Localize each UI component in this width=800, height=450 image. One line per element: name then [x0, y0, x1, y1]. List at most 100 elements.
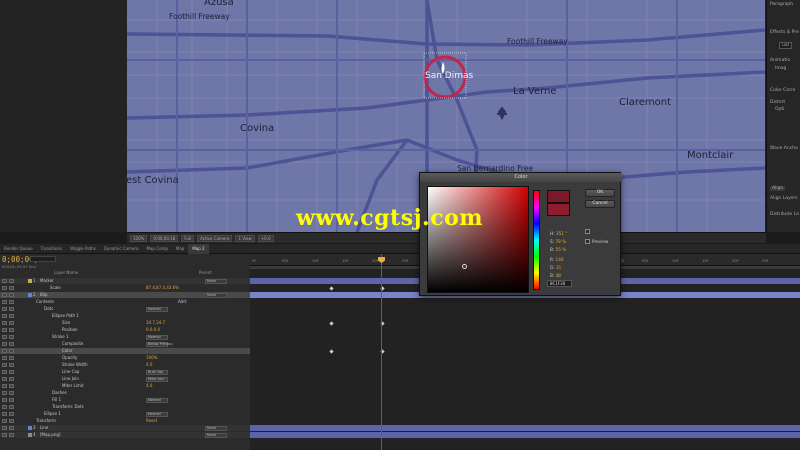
tab-transitions[interactable]: Transitions — [37, 246, 66, 251]
parent-dropdown[interactable]: None — [205, 278, 227, 284]
visibility-toggle[interactable] — [2, 335, 7, 339]
resolution-dropdown[interactable]: Full — [181, 234, 195, 242]
panel-paragraph[interactable]: Paragraph — [770, 2, 793, 7]
mode-dropdown[interactable]: Butt Cap — [146, 369, 168, 375]
solo-toggle[interactable] — [9, 307, 14, 311]
solo-toggle[interactable] — [9, 384, 14, 388]
solo-toggle[interactable] — [9, 335, 14, 339]
solo-toggle[interactable] — [9, 412, 14, 416]
property-value[interactable]: 4.0 — [146, 362, 152, 368]
right-panels[interactable]: Paragraph Effects & Pre ual Animatio Ima… — [766, 0, 800, 232]
tab-map[interactable]: Map — [172, 246, 188, 251]
solo-toggle[interactable] — [9, 363, 14, 367]
add-menu[interactable]: Add: — [178, 299, 187, 305]
visibility-toggle[interactable] — [2, 405, 7, 409]
tab-render-queue[interactable]: Render Queue — [0, 246, 37, 251]
visibility-toggle[interactable] — [2, 419, 7, 423]
visibility-toggle[interactable] — [2, 328, 7, 332]
visibility-toggle[interactable] — [2, 370, 7, 374]
visibility-toggle[interactable] — [2, 349, 7, 353]
visibility-toggle[interactable] — [2, 433, 7, 437]
property-row[interactable]: Position 0.0,0.0 — [0, 327, 250, 333]
tab-map-comp[interactable]: Map Comp — [142, 246, 171, 251]
solo-toggle[interactable] — [9, 426, 14, 430]
brightness-value[interactable]: 55 % — [556, 247, 567, 252]
keyframe[interactable] — [329, 348, 334, 354]
visibility-toggle[interactable] — [2, 307, 7, 311]
property-row[interactable]: Transform: Dots — [0, 404, 250, 410]
property-row[interactable]: Miter Limit 4.0 — [0, 383, 250, 389]
property-row[interactable]: Stroke Width 4.0 — [0, 362, 250, 368]
layer-row[interactable]: 1 Marker None — [0, 278, 250, 284]
solo-toggle[interactable] — [9, 377, 14, 381]
mode-dropdown[interactable]: Normal — [146, 397, 168, 403]
property-row[interactable]: Size 34.7,34.7 — [0, 320, 250, 326]
keyframe[interactable] — [329, 320, 334, 326]
parent-dropdown[interactable]: None — [205, 292, 227, 298]
solo-toggle[interactable] — [9, 328, 14, 332]
property-row[interactable]: Line Join Miter Join — [0, 376, 250, 382]
effects-item[interactable]: Distort — [770, 100, 785, 105]
property-row[interactable]: Transform Reset — [0, 418, 250, 424]
zoom-dropdown[interactable]: 100% — [130, 234, 148, 242]
layer-search-input[interactable] — [30, 256, 56, 262]
property-row[interactable]: Line Cap Butt Cap — [0, 369, 250, 375]
visibility-toggle[interactable] — [2, 300, 7, 304]
viewer-timecode[interactable]: 0;00;00;18 — [150, 234, 179, 242]
property-row[interactable]: Contents Add: — [0, 299, 250, 305]
property-row[interactable]: Scale 87.4,87.4,43.6% — [0, 285, 250, 291]
cancel-button[interactable]: Cancel — [585, 200, 615, 208]
property-row[interactable]: Dots Normal — [0, 306, 250, 312]
parent-dropdown[interactable]: None — [205, 425, 227, 431]
solo-toggle[interactable] — [9, 391, 14, 395]
hue-slider[interactable] — [533, 190, 540, 290]
visibility-toggle[interactable] — [2, 377, 7, 381]
hue-value[interactable]: 351 ° — [556, 231, 567, 236]
color-cursor[interactable] — [462, 264, 467, 269]
effects-item[interactable]: Opti — [775, 107, 784, 112]
solo-toggle[interactable] — [9, 398, 14, 402]
green-value[interactable]: 31 — [556, 265, 561, 270]
layer-duration-bar[interactable] — [250, 432, 800, 438]
visibility-toggle[interactable] — [2, 398, 7, 402]
visibility-toggle[interactable] — [2, 342, 7, 346]
column-parent[interactable]: Parent — [199, 270, 212, 275]
property-value[interactable]: 100% — [146, 355, 157, 361]
visibility-toggle[interactable] — [2, 412, 7, 416]
solo-toggle[interactable] — [9, 293, 14, 297]
label-color[interactable] — [28, 293, 32, 297]
property-row[interactable]: Opacity 100% — [0, 355, 250, 361]
blue-value[interactable]: 48 — [556, 273, 561, 278]
mode-dropdown[interactable]: Normal — [146, 334, 168, 340]
property-value[interactable]: 87.4,87.4,43.6% — [146, 285, 179, 291]
dialog-title[interactable]: Color — [420, 173, 622, 182]
property-row[interactable]: Dashes — [0, 390, 250, 396]
layer-row[interactable]: 4 [Map.png] None — [0, 432, 250, 438]
saturation-value[interactable]: 78 % — [555, 239, 566, 244]
solo-toggle[interactable] — [9, 279, 14, 283]
exposure-offset[interactable]: +0.0 — [257, 234, 274, 242]
solo-toggle[interactable] — [9, 370, 14, 374]
panel-align[interactable]: Align — [770, 186, 786, 191]
effects-item[interactable]: Color Corre — [770, 88, 795, 93]
label-color[interactable] — [28, 426, 32, 430]
solo-toggle[interactable] — [9, 342, 14, 346]
label-color[interactable] — [28, 279, 32, 283]
keyframe[interactable] — [329, 285, 334, 291]
solo-toggle[interactable] — [9, 419, 14, 423]
tab-wiggle-paths[interactable]: Wiggle Paths — [66, 246, 100, 251]
visibility-toggle[interactable] — [2, 321, 7, 325]
property-value[interactable]: 0.0,0.0 — [146, 327, 160, 333]
panel-effects-presets[interactable]: Effects & Pre — [770, 30, 799, 35]
effects-item[interactable]: Imag — [775, 66, 786, 71]
layer-row[interactable]: 3 Line None — [0, 425, 250, 431]
composition-viewer[interactable]: Foothill Freeway Foothill Freeway San Be… — [0, 0, 766, 232]
solo-toggle[interactable] — [9, 349, 14, 353]
solo-toggle[interactable] — [9, 300, 14, 304]
camera-dropdown[interactable]: Active Camera — [197, 234, 233, 242]
parent-dropdown[interactable]: None — [205, 432, 227, 438]
visibility-toggle[interactable] — [2, 426, 7, 430]
property-value[interactable]: 4.0 — [146, 383, 152, 389]
visibility-toggle[interactable] — [2, 391, 7, 395]
property-row[interactable]: Color — [0, 348, 250, 354]
